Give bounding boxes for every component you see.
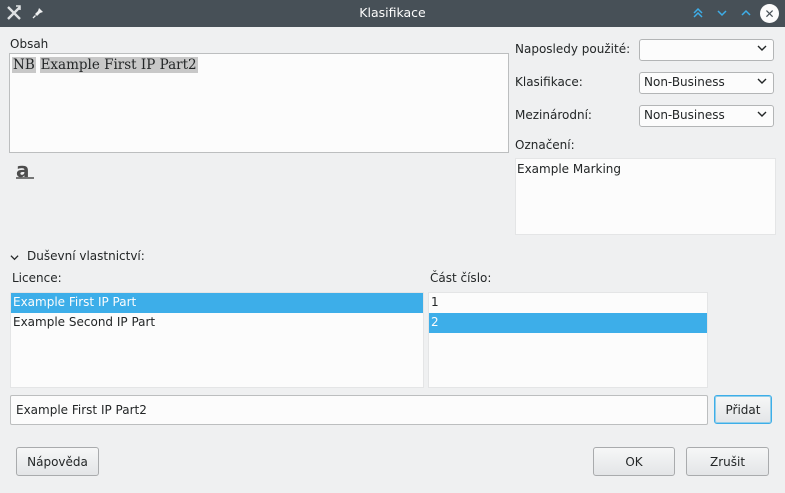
add-button-label: Přidat — [725, 402, 761, 417]
classification-value: Non-Business — [644, 75, 725, 89]
marking-value: Example Marking — [517, 162, 622, 176]
chevron-down-icon — [757, 109, 767, 122]
cancel-button-label: Zrušit — [709, 454, 746, 469]
list-item[interactable]: Example First IP Part — [11, 293, 423, 313]
content-textarea[interactable]: NB Example First IP Part2 — [9, 53, 509, 153]
licence-label: Licence: — [12, 271, 62, 285]
marking-textarea[interactable]: Example Marking — [515, 158, 776, 235]
classification-select[interactable]: Non-Business — [639, 72, 774, 94]
chevron-down-icon — [757, 76, 767, 89]
svg-text:a: a — [16, 160, 30, 180]
classification-label: Klasifikace: — [515, 75, 583, 89]
collapse-chevron-icon[interactable] — [10, 251, 20, 261]
ok-button-label: OK — [625, 454, 643, 469]
chevron-down-icon — [757, 43, 767, 56]
content-text: Example First IP Part2 — [39, 57, 198, 73]
recent-select[interactable] — [639, 39, 774, 61]
cancel-button[interactable]: Zrušit — [686, 447, 769, 476]
international-label: Mezinárodní: — [515, 108, 592, 122]
help-button[interactable]: Nápověda — [16, 447, 99, 476]
international-select[interactable]: Non-Business — [639, 105, 774, 127]
list-item[interactable]: 1 — [429, 293, 707, 313]
recent-label: Naposledy použité: — [515, 42, 631, 56]
part-list[interactable]: 1 2 — [428, 292, 708, 388]
content-prefix: NB — [12, 57, 36, 73]
title-bar: Klasifikace ✕ — [0, 0, 785, 27]
list-item[interactable]: 2 — [429, 313, 707, 333]
ok-button[interactable]: OK — [593, 447, 675, 476]
keep-above-icon[interactable] — [689, 4, 707, 22]
content-label: Obsah — [10, 37, 49, 51]
international-value: Non-Business — [644, 108, 725, 122]
part-label: Část číslo: — [430, 271, 492, 285]
window-title: Klasifikace — [359, 5, 426, 20]
list-item[interactable]: Example Second IP Part — [11, 313, 423, 333]
ip-section-label[interactable]: Duševní vlastnictví: — [27, 249, 145, 263]
ip-input-value: Example First IP Part2 — [16, 403, 147, 417]
ip-text-input[interactable]: Example First IP Part2 — [10, 395, 708, 425]
maximize-icon[interactable] — [737, 4, 755, 22]
close-icon[interactable]: ✕ — [760, 4, 779, 23]
help-button-label: Nápověda — [27, 454, 88, 469]
marking-label: Označení: — [515, 138, 575, 152]
minimize-icon[interactable] — [713, 4, 731, 22]
add-button[interactable]: Přidat — [714, 395, 772, 424]
font-icon[interactable]: a — [15, 158, 35, 182]
licence-list[interactable]: Example First IP Part Example Second IP … — [10, 292, 424, 388]
